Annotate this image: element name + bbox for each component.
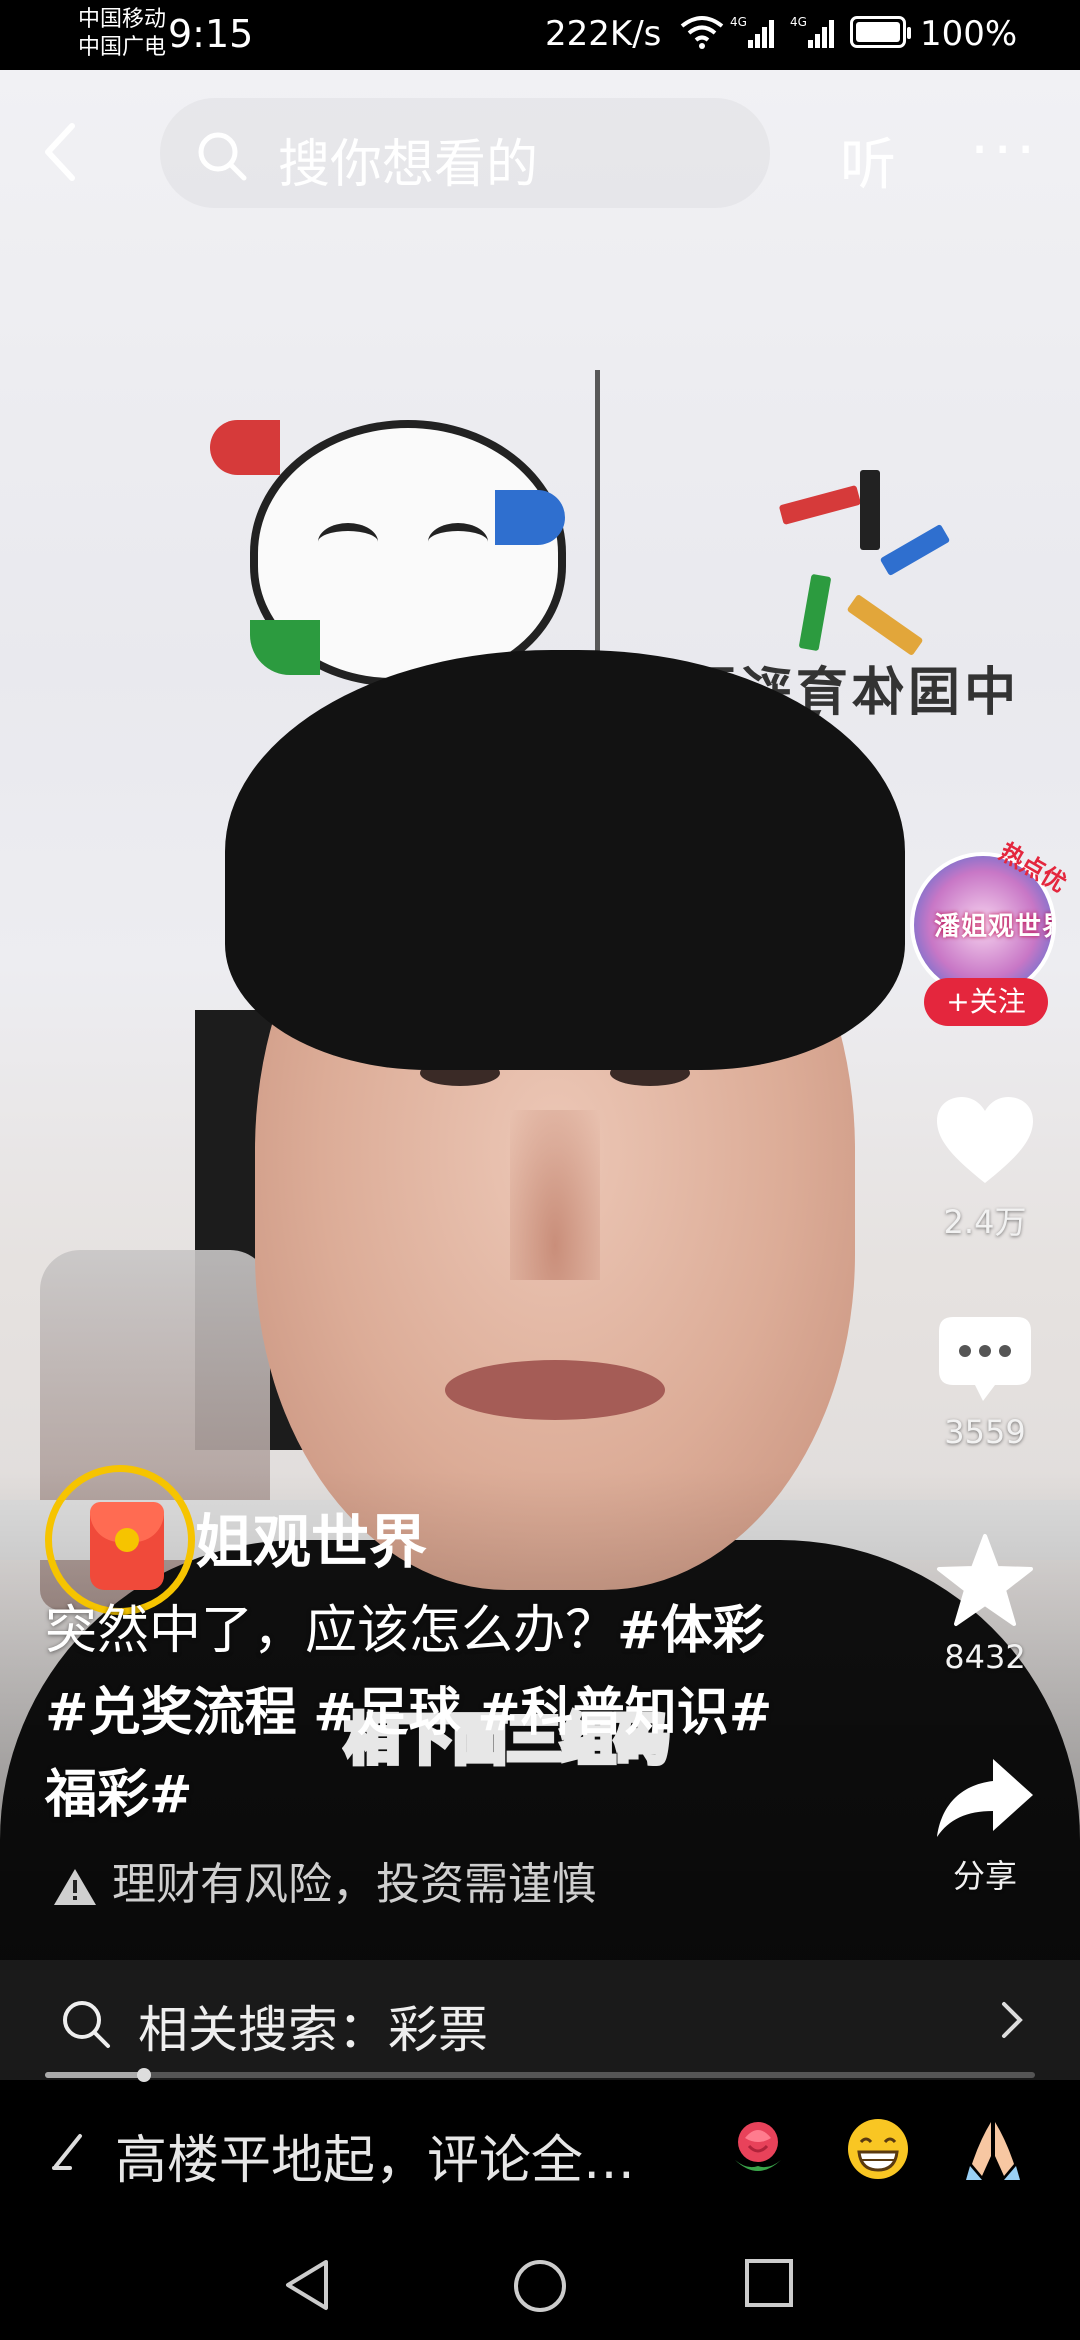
signal-4g-icon-1: 4G — [730, 15, 774, 48]
nav-recents-icon[interactable] — [744, 2258, 794, 2308]
battery-fill — [856, 22, 900, 42]
warning-icon — [54, 1869, 96, 1905]
related-search-text: 相关搜索：彩票 — [138, 2001, 488, 2059]
author-name[interactable]: 姐观世界 — [195, 1495, 427, 1579]
search-box[interactable]: 搜你想看的 — [160, 98, 770, 208]
risk-notice: 理财有风险，投资需谨慎 — [52, 1848, 596, 1912]
comment-count: 3559 — [944, 1413, 1026, 1451]
burned-subtitle: 相下面三组码 — [342, 1695, 672, 1774]
share-button[interactable]: 分享 — [915, 1755, 1055, 1897]
battery-percent: 100% — [920, 14, 1018, 54]
share-label: 分享 — [952, 1857, 1017, 1895]
hashtag-2[interactable]: #兑奖流程 — [45, 1683, 297, 1743]
mouth — [445, 1360, 665, 1420]
favorite-button[interactable]: 8432 — [915, 1532, 1055, 1676]
mascot-red-point — [210, 420, 280, 475]
comment-button[interactable]: 3559 — [915, 1315, 1055, 1451]
lottery-logo-green — [798, 573, 832, 652]
rose-emoji-icon[interactable] — [725, 2116, 791, 2182]
top-nav: 搜你想看的 听 ··· — [0, 90, 1080, 220]
like-button[interactable]: 2.4万 — [915, 1095, 1055, 1243]
comment-bubble-icon — [939, 1317, 1031, 1401]
system-nav-bar — [0, 2220, 1080, 2340]
lottery-logo-yellow — [846, 593, 924, 657]
status-bar: 中国移动 中国广电 9:15 222K/s 4G 4G 100% — [0, 0, 1080, 70]
related-search-bar[interactable]: 相关搜索：彩票 — [0, 1960, 1080, 2080]
lottery-logo-blue — [879, 523, 951, 577]
search-icon — [198, 132, 247, 181]
carrier-labels: 中国移动 中国广电 — [78, 6, 166, 62]
svg-text:4G: 4G — [730, 15, 747, 29]
risk-notice-text: 理财有风险，投资需谨慎 — [112, 1859, 596, 1910]
heart-icon — [937, 1097, 1033, 1183]
hashtag-5[interactable]: 福彩# — [45, 1765, 193, 1825]
hashtag-1[interactable]: #体彩 — [617, 1601, 765, 1661]
progress-handle[interactable] — [137, 2068, 151, 2082]
star-icon — [937, 1534, 1033, 1626]
nav-home-icon[interactable] — [512, 2258, 568, 2314]
red-packet-icon — [90, 1502, 164, 1590]
net-speed: 222K/s — [545, 14, 662, 54]
carrier-1: 中国移动 — [78, 7, 167, 32]
favorite-count: 8432 — [944, 1638, 1026, 1676]
share-arrow-icon — [937, 1759, 1033, 1837]
signal-4g-icon-2: 4G — [790, 15, 834, 48]
progress-fill — [45, 2072, 144, 2078]
comment-placeholder: 高楼平地起，评论全… — [115, 2131, 636, 2191]
back-arrow-icon[interactable] — [40, 120, 80, 184]
lottery-logo-red — [778, 484, 862, 526]
lottery-logo-black — [860, 470, 880, 550]
video-progress-bar[interactable] — [45, 2068, 1035, 2082]
burned-subtitle-outline: 相下面三组码 — [342, 1705, 672, 1774]
more-menu-button[interactable]: ··· — [970, 120, 1039, 180]
person-hair — [225, 650, 905, 1070]
wifi-icon — [680, 16, 724, 49]
grin-emoji-icon[interactable] — [845, 2116, 911, 2182]
comment-input-bar[interactable]: 高楼平地起，评论全… — [0, 2080, 1080, 2220]
like-count: 2.4万 — [943, 1203, 1027, 1241]
nose — [510, 1110, 600, 1280]
pen-icon — [52, 2134, 82, 2170]
svg-text:4G: 4G — [790, 15, 807, 29]
clock: 9:15 — [168, 12, 254, 56]
mascot-blue-point — [495, 490, 565, 545]
carrier-2: 中国广电 — [78, 35, 167, 60]
mascot-eye-right — [428, 523, 488, 561]
battery-icon — [850, 16, 911, 48]
mascot-green-point — [250, 620, 320, 675]
mascot-eye-left — [318, 523, 378, 561]
chevron-right-icon — [1002, 2002, 1023, 2038]
caption-text: 突然中了，应该怎么办？ — [45, 1601, 618, 1661]
pray-emoji-icon[interactable] — [960, 2116, 1026, 2182]
search-placeholder: 搜你想看的 — [278, 135, 539, 195]
creator-avatar-group[interactable]: 潘姐观世界 热点优 +关注 — [910, 838, 1071, 1026]
listen-button[interactable]: 听 — [840, 120, 896, 201]
nav-back-icon[interactable] — [282, 2258, 332, 2312]
search-icon — [63, 2001, 110, 2048]
avatar-text: 潘姐观世界 — [934, 912, 1056, 942]
red-packet-coin — [115, 1528, 139, 1552]
follow-button[interactable]: +关注 — [924, 978, 1048, 1026]
